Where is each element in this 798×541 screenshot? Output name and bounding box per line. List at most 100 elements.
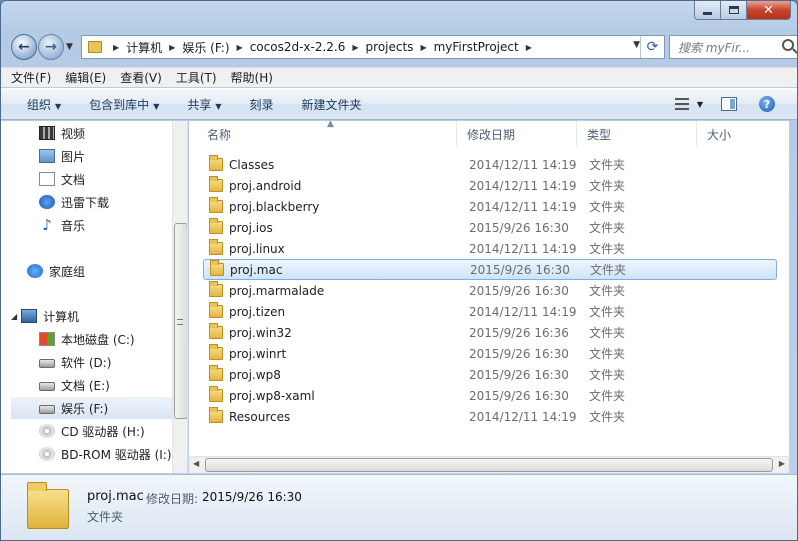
preview-pane-icon[interactable] xyxy=(721,97,737,111)
new-folder-button[interactable]: 新建文件夹 xyxy=(302,96,362,113)
search-box[interactable]: 搜索 myFir... xyxy=(669,35,797,59)
file-list-horizontal-scrollbar[interactable]: ◀ ▶ xyxy=(189,456,789,473)
forward-arrow-icon: → xyxy=(45,39,57,55)
organize-button[interactable]: 组织 ▼ xyxy=(27,96,61,113)
breadcrumb-separator-icon[interactable]: ▶ xyxy=(113,43,119,52)
sidebar-item-drive-e[interactable]: 文档 (E:) xyxy=(39,374,187,396)
breadcrumb-separator-icon[interactable]: ▶ xyxy=(169,43,175,52)
file-row[interactable]: proj.wp8-xaml 2015/9/26 16:30 文件夹 xyxy=(203,385,777,406)
breadcrumb-separator-icon[interactable]: ▶ xyxy=(420,43,426,52)
expand-arrow-icon[interactable]: ◢ xyxy=(11,312,17,321)
column-date[interactable]: 修改日期 xyxy=(457,121,577,147)
menu-view[interactable]: 查看(V) xyxy=(120,69,162,86)
maximize-button[interactable] xyxy=(721,1,747,20)
column-headers: 名称 ▲ 修改日期 类型 大小 xyxy=(189,119,789,147)
folder-icon xyxy=(209,302,223,318)
file-row[interactable]: proj.android 2014/12/11 14:19 文件夹 xyxy=(203,175,777,196)
sidebar-item-cd-drive-h[interactable]: CD 驱动器 (H:) xyxy=(39,420,187,442)
file-row-selected[interactable]: proj.mac 2015/9/26 16:30 文件夹 xyxy=(203,259,777,280)
minimize-icon xyxy=(703,11,712,15)
details-pane: proj.mac 修改日期: 2015/9/26 16:30 文件夹 xyxy=(1,474,797,540)
column-size[interactable]: 大小 xyxy=(697,121,777,147)
explorer-window: ✕ ← → ▼ ▶ 计算机 ▶ 娱乐 (F:) ▶ cocos2d-x-2.2.… xyxy=(0,0,798,541)
forward-button[interactable]: → xyxy=(38,34,64,60)
change-view-icon[interactable] xyxy=(674,98,689,110)
breadcrumb-myfirstproject[interactable]: myFirstProject xyxy=(434,40,519,54)
sidebar-item-drive-d[interactable]: 软件 (D:) xyxy=(39,351,187,373)
details-date-value: 2015/9/26 16:30 xyxy=(202,490,302,504)
folder-icon xyxy=(209,155,223,171)
breadcrumb-drive-f[interactable]: 娱乐 (F:) xyxy=(182,39,229,56)
sidebar-item-computer[interactable]: ◢ 计算机 xyxy=(11,305,181,327)
folder-icon xyxy=(88,41,102,53)
file-row[interactable]: proj.tizen 2014/12/11 14:19 文件夹 xyxy=(203,301,777,322)
menu-edit[interactable]: 编辑(E) xyxy=(65,69,106,86)
sort-ascending-icon: ▲ xyxy=(327,119,334,129)
file-row[interactable]: proj.win32 2015/9/26 16:36 文件夹 xyxy=(203,322,777,343)
menu-help[interactable]: 帮助(H) xyxy=(231,69,273,86)
search-input[interactable]: 搜索 myFir... xyxy=(678,39,750,56)
close-button[interactable]: ✕ xyxy=(747,1,791,20)
windows-drive-icon xyxy=(39,332,55,346)
drive-icon xyxy=(39,382,55,391)
file-row[interactable]: proj.winrt 2015/9/26 16:30 文件夹 xyxy=(203,343,777,364)
toolbar-right: ▼ ? xyxy=(674,96,775,112)
sidebar-item-documents[interactable]: 文档 xyxy=(39,168,187,190)
menu-bar: 文件(F) 编辑(E) 查看(V) 工具(T) 帮助(H) xyxy=(1,67,797,87)
file-row[interactable]: proj.blackberry 2014/12/11 14:19 文件夹 xyxy=(203,196,777,217)
drive-icon xyxy=(39,359,55,368)
sidebar-item-pictures[interactable]: 图片 xyxy=(39,145,187,167)
scroll-left-icon[interactable]: ◀ xyxy=(193,459,199,468)
breadcrumb-projects[interactable]: projects xyxy=(366,40,414,54)
include-in-library-button[interactable]: 包含到库中 ▼ xyxy=(89,96,159,113)
chevron-down-icon: ▼ xyxy=(153,101,160,111)
nav-scrollbar[interactable] xyxy=(172,121,187,473)
address-bar[interactable]: ▶ 计算机 ▶ 娱乐 (F:) ▶ cocos2d-x-2.2.6 ▶ proj… xyxy=(81,35,665,59)
horizontal-scrollbar-thumb[interactable] xyxy=(205,458,773,472)
sidebar-item-xunlei[interactable]: 迅雷下载 xyxy=(39,191,187,213)
menu-file[interactable]: 文件(F) xyxy=(11,69,51,86)
sidebar-item-drive-f[interactable]: 娱乐 (F:) xyxy=(11,397,172,419)
breadcrumb-separator-icon[interactable]: ▶ xyxy=(237,43,243,52)
help-icon[interactable]: ? xyxy=(759,96,775,112)
menu-tools[interactable]: 工具(T) xyxy=(176,69,217,86)
address-dropdown-icon[interactable]: ▼ xyxy=(633,40,640,50)
file-row[interactable]: Resources 2014/12/11 14:19 文件夹 xyxy=(203,406,777,427)
file-list: 名称 ▲ 修改日期 类型 大小 Classes 2014/12/11 14:19 文件… xyxy=(189,119,789,473)
column-name[interactable]: 名称 ▲ xyxy=(189,119,457,147)
breadcrumb-separator-icon[interactable]: ▶ xyxy=(352,43,358,52)
search-icon[interactable] xyxy=(782,39,794,51)
burn-button[interactable]: 刻录 xyxy=(250,96,274,113)
file-row[interactable]: proj.wp8 2015/9/26 16:30 文件夹 xyxy=(203,364,777,385)
view-dropdown-icon[interactable]: ▼ xyxy=(697,100,703,109)
folder-icon xyxy=(209,239,223,255)
column-type[interactable]: 类型 xyxy=(577,121,697,147)
breadcrumb: ▶ 计算机 ▶ 娱乐 (F:) ▶ cocos2d-x-2.2.6 ▶ proj… xyxy=(106,39,539,56)
music-icon: ♪ xyxy=(42,216,52,234)
refresh-icon: ⟳ xyxy=(646,39,659,55)
sidebar-item-videos[interactable]: 视频 xyxy=(39,122,187,144)
refresh-button[interactable]: ⟳ xyxy=(640,36,664,58)
breadcrumb-computer[interactable]: 计算机 xyxy=(126,39,162,56)
file-row[interactable]: proj.ios 2015/9/26 16:30 文件夹 xyxy=(203,217,777,238)
file-row[interactable]: Classes 2014/12/11 14:19 文件夹 xyxy=(203,154,777,175)
breadcrumb-separator-icon[interactable]: ▶ xyxy=(526,43,532,52)
sidebar-item-music[interactable]: ♪ 音乐 xyxy=(39,214,187,236)
close-icon: ✕ xyxy=(763,2,774,18)
breadcrumb-cocos2d[interactable]: cocos2d-x-2.2.6 xyxy=(250,40,346,54)
share-button[interactable]: 共享 ▼ xyxy=(187,96,221,113)
file-row[interactable]: proj.marmalade 2015/9/26 16:30 文件夹 xyxy=(203,280,777,301)
file-row[interactable]: proj.linux 2014/12/11 14:19 文件夹 xyxy=(203,238,777,259)
video-icon xyxy=(39,126,55,140)
xunlei-icon xyxy=(39,195,55,209)
sidebar-item-bd-drive-i[interactable]: BD-ROM 驱动器 (I:) xyxy=(39,443,187,465)
chevron-down-icon: ▼ xyxy=(55,101,62,111)
scroll-right-icon[interactable]: ▶ xyxy=(779,459,785,468)
back-button[interactable]: ← xyxy=(11,34,37,60)
recent-pages-dropdown[interactable]: ▼ xyxy=(66,42,73,52)
folder-icon xyxy=(210,260,224,276)
homegroup-icon xyxy=(27,264,43,278)
sidebar-item-drive-c[interactable]: 本地磁盘 (C:) xyxy=(39,328,187,350)
sidebar-item-homegroup[interactable]: 家庭组 xyxy=(27,260,187,282)
minimize-button[interactable] xyxy=(694,1,721,20)
